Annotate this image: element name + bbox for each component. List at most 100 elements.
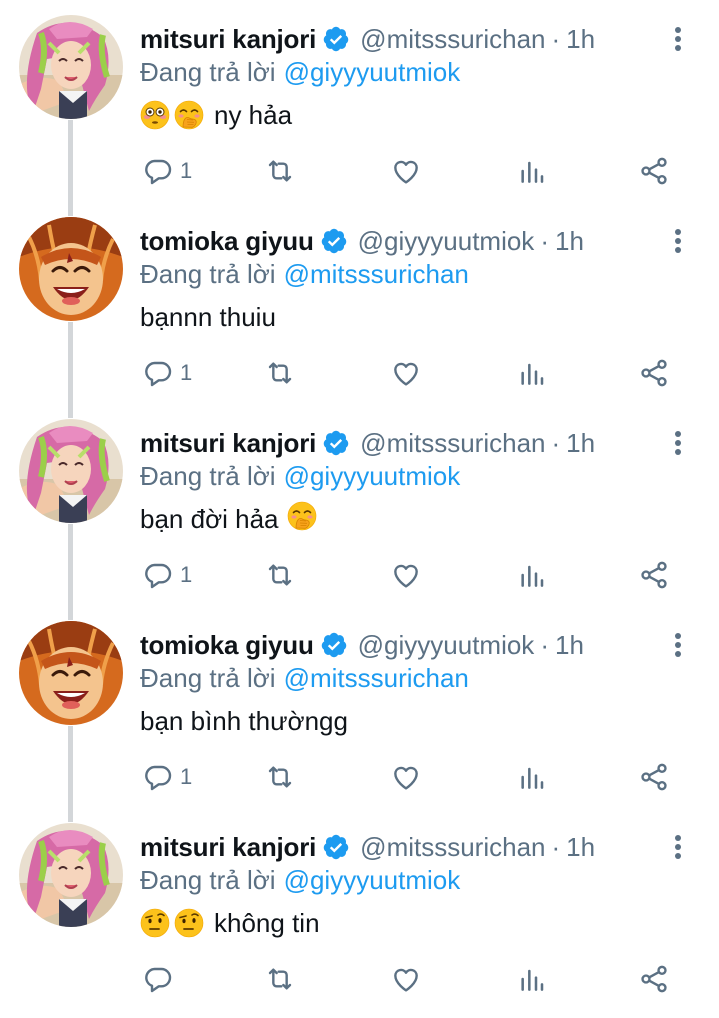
separator-dot: · — [551, 427, 561, 458]
replying-to: Đang trả lời @giyyyuutmiok — [140, 459, 460, 493]
retweet-button[interactable] — [264, 960, 296, 998]
analytics-button[interactable] — [516, 152, 548, 190]
replying-to-label: Đang trả lời — [140, 864, 276, 895]
user-handle[interactable]: @mitsssurichan — [360, 832, 545, 863]
like-button[interactable] — [390, 152, 422, 190]
tweet-header: mitsuri kanjori @mitsssurichan · 1h — [140, 830, 659, 864]
like-button[interactable] — [390, 556, 422, 594]
analytics-icon — [521, 363, 544, 385]
analytics-icon — [521, 161, 544, 183]
reply-button[interactable]: 1 — [142, 556, 192, 594]
replying-to: Đang trả lời @giyyyuutmiok — [140, 863, 460, 897]
tweet-mitsuri[interactable]: mitsuri kanjori @mitsssurichan · 1h Đang… — [0, 808, 719, 1010]
share-button[interactable] — [638, 556, 670, 594]
retweet-button[interactable] — [264, 556, 296, 594]
verified-badge-icon — [323, 834, 349, 860]
retweet-icon — [268, 564, 292, 586]
share-icon — [641, 561, 667, 589]
like-button[interactable] — [390, 960, 422, 998]
timestamp[interactable]: 1h — [566, 428, 595, 459]
tweet-thread: mitsuri kanjori @mitsssurichan · 1h Đang… — [0, 0, 719, 1018]
analytics-button[interactable] — [516, 354, 548, 392]
replying-to: Đang trả lời @giyyyuutmiok — [140, 55, 460, 89]
face-with-raised-eyebrow-emoji — [174, 908, 204, 938]
verified-badge-icon — [323, 26, 349, 52]
separator-dot: · — [551, 831, 561, 862]
display-name[interactable]: tomioka giyuu — [140, 630, 314, 661]
tweet-text: bạn bình thườngg — [140, 703, 348, 739]
timestamp[interactable]: 1h — [555, 630, 584, 661]
timestamp[interactable]: 1h — [555, 226, 584, 257]
face-with-raised-eyebrow-emoji — [140, 908, 170, 938]
share-button[interactable] — [638, 354, 670, 392]
tweet-giyuu[interactable]: tomioka giyuu @giyyyuutmiok · 1h Đang tr… — [0, 202, 719, 418]
display-name[interactable]: mitsuri kanjori — [140, 832, 316, 863]
reply-button[interactable]: 1 — [142, 354, 192, 392]
replying-to-label: Đang trả lời — [140, 258, 276, 289]
analytics-icon — [521, 969, 544, 991]
user-handle[interactable]: @mitsssurichan — [360, 24, 545, 55]
replying-to-mention[interactable]: @giyyyuutmiok — [284, 57, 461, 88]
more-options-icon[interactable] — [667, 832, 689, 862]
replying-to-mention[interactable]: @mitsssurichan — [284, 259, 469, 290]
tweet-header: tomioka giyuu @giyyyuutmiok · 1h — [140, 224, 659, 258]
retweet-icon — [268, 968, 292, 990]
replying-to-mention[interactable]: @giyyyuutmiok — [284, 865, 461, 896]
timestamp[interactable]: 1h — [566, 832, 595, 863]
verified-badge-icon — [321, 228, 346, 254]
avatar[interactable] — [19, 419, 123, 523]
more-options-icon[interactable] — [667, 428, 689, 458]
reply-button[interactable]: 1 — [142, 758, 192, 796]
share-button[interactable] — [638, 152, 670, 190]
avatar[interactable] — [19, 621, 123, 725]
retweet-button[interactable] — [264, 758, 296, 796]
timestamp[interactable]: 1h — [566, 24, 595, 55]
tweet-actions: 1 — [140, 758, 680, 796]
tweet-text-content: bạnnn thuiu — [140, 301, 276, 332]
reply-count: 1 — [180, 158, 193, 183]
user-handle[interactable]: @giyyyuutmiok — [358, 630, 535, 661]
user-handle[interactable]: @mitsssurichan — [360, 428, 545, 459]
tweet-text-content: bạn bình thườngg — [140, 705, 348, 736]
reply-icon — [145, 967, 172, 993]
tweet-text: bạnnn thuiu — [140, 299, 276, 335]
heart-icon — [394, 160, 418, 184]
avatar[interactable] — [19, 823, 123, 927]
share-button[interactable] — [638, 960, 670, 998]
display-name[interactable]: mitsuri kanjori — [140, 24, 316, 55]
reply-button[interactable] — [142, 960, 180, 998]
share-icon — [641, 157, 667, 185]
analytics-button[interactable] — [516, 758, 548, 796]
analytics-button[interactable] — [516, 556, 548, 594]
like-button[interactable] — [390, 354, 422, 392]
like-button[interactable] — [390, 758, 422, 796]
separator-dot: · — [540, 629, 549, 660]
replying-to-mention[interactable]: @mitsssurichan — [284, 663, 469, 694]
avatar[interactable] — [19, 15, 123, 119]
retweet-button[interactable] — [264, 152, 296, 190]
retweet-button[interactable] — [264, 354, 296, 392]
tweet-mitsuri[interactable]: mitsuri kanjori @mitsssurichan · 1h Đang… — [0, 404, 719, 620]
tweet-text-content: ny hảa — [214, 99, 293, 130]
reply-count: 1 — [180, 562, 193, 587]
share-icon — [641, 965, 667, 993]
display-name[interactable]: tomioka giyuu — [140, 226, 314, 257]
analytics-button[interactable] — [516, 960, 548, 998]
replying-to-mention[interactable]: @giyyyuutmiok — [284, 461, 461, 492]
separator-dot: · — [540, 225, 549, 256]
display-name[interactable]: mitsuri kanjori — [140, 428, 316, 459]
tweet-giyuu[interactable]: tomioka giyuu @giyyyuutmiok · 1h Đang tr… — [0, 606, 719, 822]
more-options-icon[interactable] — [667, 630, 689, 660]
avatar-image — [19, 15, 123, 119]
more-options-icon[interactable] — [667, 24, 689, 54]
share-button[interactable] — [638, 758, 670, 796]
tweet-mitsuri[interactable]: mitsuri kanjori @mitsssurichan · 1h Đang… — [0, 0, 719, 216]
tweet-header: mitsuri kanjori @mitsssurichan · 1h — [140, 22, 659, 56]
avatar[interactable] — [19, 217, 123, 321]
heart-icon — [394, 968, 418, 992]
more-options-icon[interactable] — [667, 226, 689, 256]
reply-button[interactable]: 1 — [142, 152, 192, 190]
user-handle[interactable]: @giyyyuutmiok — [358, 226, 535, 257]
analytics-icon — [521, 565, 544, 587]
heart-icon — [394, 362, 418, 386]
